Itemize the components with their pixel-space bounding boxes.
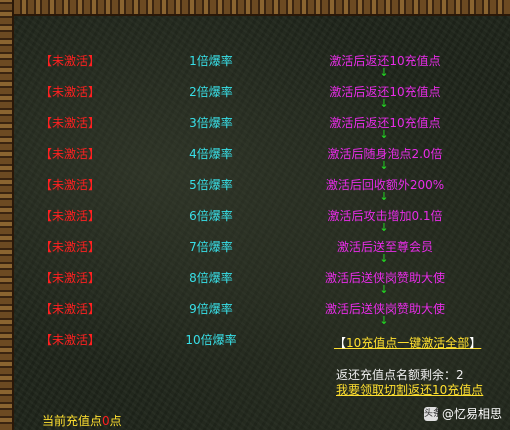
- status-label[interactable]: 【未激活】: [40, 145, 120, 162]
- status-bracket-close: 】: [88, 302, 101, 316]
- droprate-label: 5倍爆率: [189, 178, 233, 192]
- status-bracket-open: 【: [40, 209, 53, 223]
- status-text: 未激活: [52, 209, 89, 223]
- current-points-unit: 点: [109, 414, 122, 428]
- current-points-label: 当前充值点: [42, 414, 103, 428]
- watermark: 头条 @忆易相思: [423, 405, 502, 422]
- status-label[interactable]: 【未激活】: [40, 52, 120, 69]
- status-text: 未激活: [52, 54, 89, 68]
- arrow-down-icon: ↓: [379, 190, 389, 203]
- claim-refund-link[interactable]: 我要领取切割返还10充值点: [336, 381, 483, 398]
- status-text: 未激活: [52, 271, 89, 285]
- droprate-row: 【未激活】 4倍爆率 激活后随身泡点2.0倍: [0, 143, 510, 163]
- current-points-value: 0: [102, 414, 110, 428]
- status-bracket-open: 【: [40, 302, 53, 316]
- status-bracket-close: 】: [88, 209, 101, 223]
- droprate-row: 【未激活】 1倍爆率 激活后返还10充值点: [0, 50, 510, 70]
- droprate-label: 3倍爆率: [189, 116, 233, 130]
- top-border-frame: [0, 0, 510, 16]
- status-label[interactable]: 【未激活】: [40, 176, 120, 193]
- activate-all-button[interactable]: 【10充值点一键激活全部】: [334, 334, 481, 351]
- watermark-author: @忆易相思: [441, 407, 502, 421]
- arrow-down-icon: ↓: [379, 97, 389, 110]
- droprate-row: 【未激活】 3倍爆率 激活后返还10充值点: [0, 112, 510, 132]
- status-bracket-open: 【: [40, 271, 53, 285]
- droprate-label: 10倍爆率: [185, 333, 237, 347]
- droprate-row: 【未激活】 5倍爆率 激活后回收额外200%: [0, 174, 510, 194]
- droprate-label: 1倍爆率: [189, 54, 233, 68]
- bracket-open: 【: [334, 336, 347, 350]
- current-points: 当前充值点0点: [42, 412, 122, 429]
- status-text: 未激活: [52, 240, 89, 254]
- status-bracket-close: 】: [88, 178, 101, 192]
- status-label[interactable]: 【未激活】: [40, 331, 120, 348]
- droprate-label: 4倍爆率: [189, 147, 233, 161]
- droprate-row: 【未激活】 7倍爆率 激活后送至尊会员: [0, 236, 510, 256]
- toutiao-badge-icon: 头条: [423, 406, 442, 421]
- status-bracket-open: 【: [40, 178, 53, 192]
- arrow-down-icon: ↓: [379, 66, 389, 79]
- status-label[interactable]: 【未激活】: [40, 207, 120, 224]
- status-text: 未激活: [52, 147, 89, 161]
- status-bracket-open: 【: [40, 147, 53, 161]
- status-bracket-close: 】: [88, 54, 101, 68]
- droprate-label: 9倍爆率: [189, 302, 233, 316]
- status-bracket-open: 【: [40, 54, 53, 68]
- status-text: 未激活: [52, 333, 89, 347]
- status-bracket-open: 【: [40, 116, 53, 130]
- bracket-close: 】: [469, 336, 482, 350]
- droprate-row: 【未激活】 8倍爆率 激活后送侠岗赞助大使: [0, 267, 510, 287]
- status-bracket-close: 】: [88, 333, 101, 347]
- arrow-down-icon: ↓: [379, 159, 389, 172]
- droprate-label: 8倍爆率: [189, 271, 233, 285]
- status-bracket-close: 】: [88, 240, 101, 254]
- status-bracket-open: 【: [40, 240, 53, 254]
- arrow-down-icon: ↓: [379, 252, 389, 265]
- status-label[interactable]: 【未激活】: [40, 300, 120, 317]
- arrow-down-icon: ↓: [379, 128, 389, 141]
- droprate-row: 【未激活】 9倍爆率 激活后送侠岗赞助大使: [0, 298, 510, 318]
- status-text: 未激活: [52, 116, 89, 130]
- droprate-row: 【未激活】 2倍爆率 激活后返还10充值点: [0, 81, 510, 101]
- status-bracket-close: 】: [88, 271, 101, 285]
- status-text: 未激活: [52, 178, 89, 192]
- activate-all-label: 10充值点一键激活全部: [346, 336, 470, 350]
- status-bracket-close: 】: [88, 116, 101, 130]
- status-bracket-close: 】: [88, 147, 101, 161]
- status-text: 未激活: [52, 85, 89, 99]
- droprate-row: 【未激活】 6倍爆率 激活后攻击增加0.1倍: [0, 205, 510, 225]
- status-bracket-open: 【: [40, 85, 53, 99]
- status-text: 未激活: [52, 302, 89, 316]
- status-bracket-open: 【: [40, 333, 53, 347]
- droprate-label: 6倍爆率: [189, 209, 233, 223]
- status-label[interactable]: 【未激活】: [40, 238, 120, 255]
- arrow-down-icon: ↓: [379, 283, 389, 296]
- droprate-label: 7倍爆率: [189, 240, 233, 254]
- droprate-label: 2倍爆率: [189, 85, 233, 99]
- status-label[interactable]: 【未激活】: [40, 114, 120, 131]
- arrow-down-icon: ↓: [379, 314, 389, 327]
- status-label[interactable]: 【未激活】: [40, 83, 120, 100]
- arrow-down-icon: ↓: [379, 221, 389, 234]
- status-label[interactable]: 【未激活】: [40, 269, 120, 286]
- status-bracket-close: 】: [88, 85, 101, 99]
